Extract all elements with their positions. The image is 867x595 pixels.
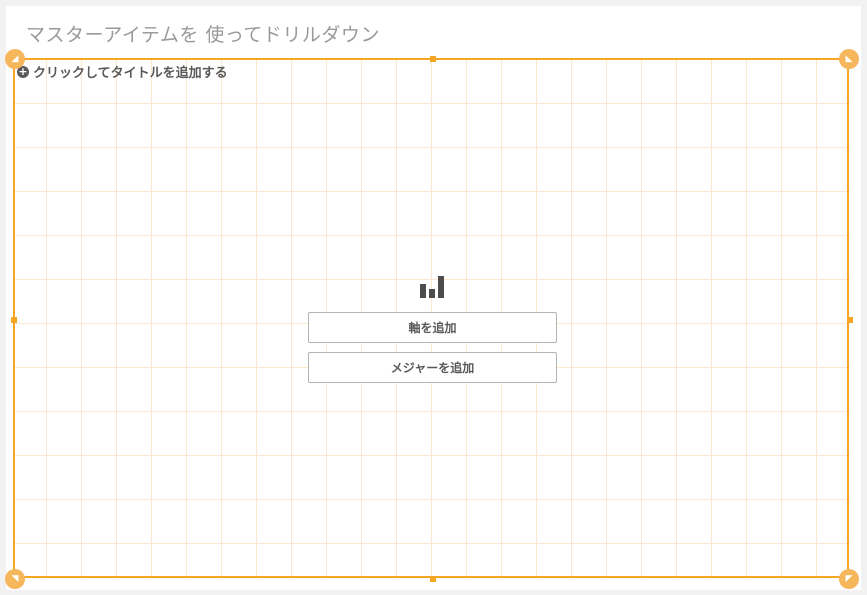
add-title-link[interactable]: + クリックしてタイトルを追加する [17, 62, 228, 81]
resize-corner-bottom-right-icon[interactable]: ◤ [839, 569, 859, 589]
resize-corner-top-left-icon[interactable]: ◢ [5, 49, 25, 69]
resize-handle-left[interactable] [11, 317, 17, 323]
sheet-title[interactable]: マスターアイテムを 使ってドリルダウン [26, 20, 380, 47]
resize-handle-bottom[interactable] [430, 576, 436, 582]
add-measure-button[interactable]: メジャーを追加 [308, 352, 557, 383]
resize-corner-top-right-icon[interactable]: ◣ [839, 49, 859, 69]
resize-corner-bottom-left-icon[interactable]: ◥ [5, 569, 25, 589]
bar-chart-icon [420, 274, 446, 298]
resize-handle-right[interactable] [847, 317, 853, 323]
resize-handle-top[interactable] [430, 56, 436, 62]
add-dimension-button[interactable]: 軸を追加 [308, 312, 557, 343]
add-title-label: クリックしてタイトルを追加する [33, 66, 228, 81]
